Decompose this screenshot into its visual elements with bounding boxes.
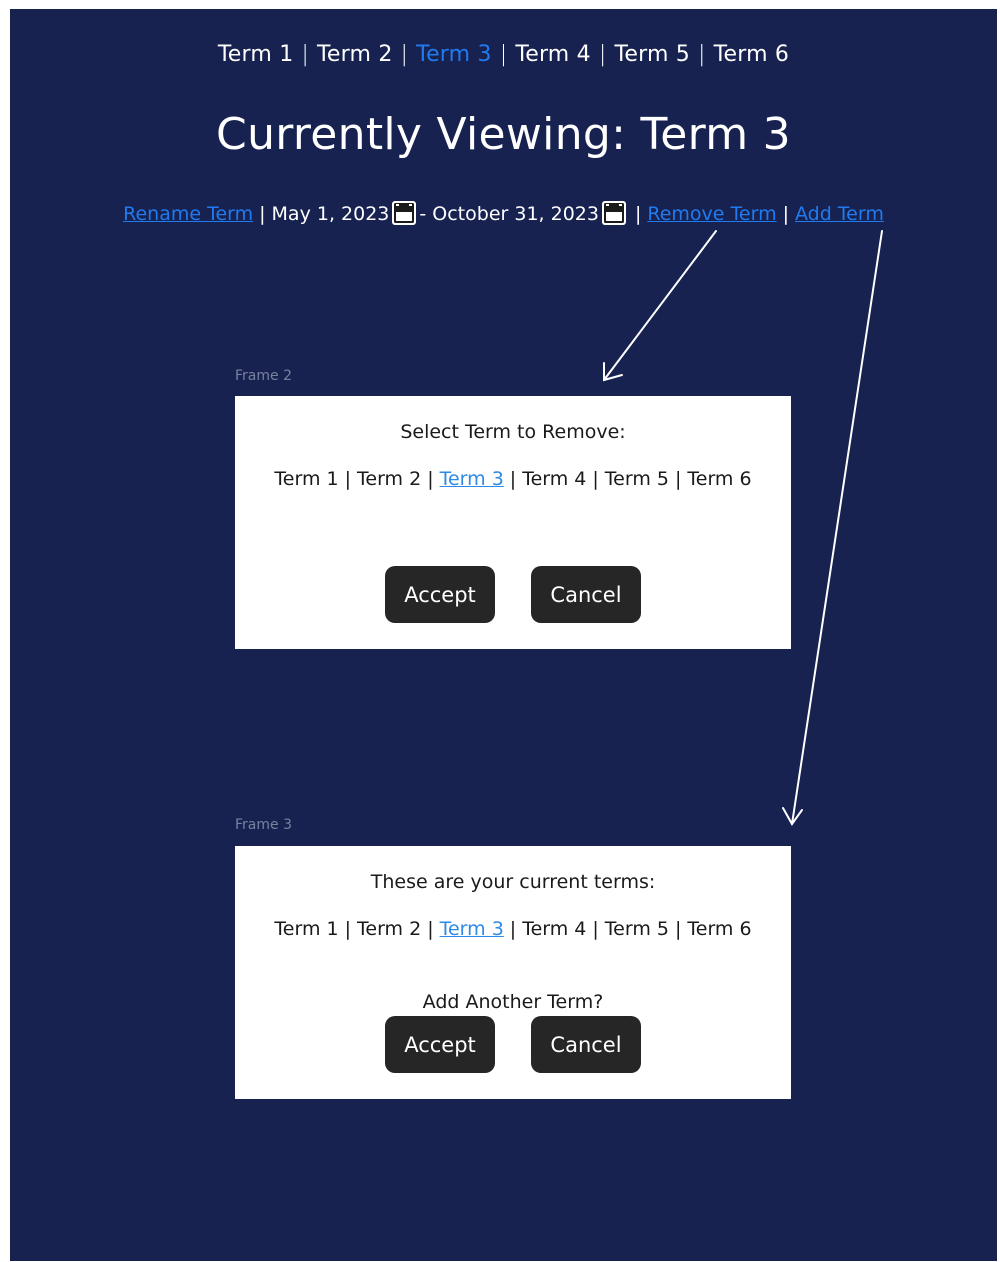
term-option-3[interactable]: Term 3 — [440, 918, 504, 940]
term-option-1[interactable]: Term 1 — [274, 468, 338, 490]
frame3-label: Frame 3 — [235, 817, 292, 833]
separator: | — [598, 42, 607, 67]
separator: | — [592, 918, 599, 940]
separator: | — [509, 918, 517, 940]
separator: | — [634, 203, 642, 225]
separator: | — [400, 42, 409, 67]
separator: | — [427, 918, 434, 940]
arrow-to-frame3 — [791, 230, 883, 825]
separator: | — [592, 468, 599, 490]
term-option-6[interactable]: Term 6 — [687, 468, 751, 490]
remove-term-options: Term 1 | Term 2 | Term 3 | Term 4 | Term 5 | Term … — [235, 468, 791, 490]
current-terms-prompt: These are your current terms: — [370, 871, 656, 893]
remove-term-prompt: Select Term to Remove: — [400, 421, 626, 443]
arrow-head — [782, 807, 803, 826]
current-terms-list: Term 1 | Term 2 | Term 3 | Term 4 | Term 5 | Term … — [235, 918, 791, 940]
remove-term-link[interactable]: Remove Term — [647, 203, 776, 225]
page-title: Currently Viewing: Term 3 — [216, 109, 791, 160]
separator: | — [697, 42, 706, 67]
cancel-button[interactable]: Cancel — [531, 1016, 641, 1073]
calendar-icon[interactable] — [391, 200, 417, 226]
add-another-question: Add Another Term? — [422, 991, 604, 1013]
term-actions: Rename Term | May 1, 2023 - October 31, 20… — [10, 200, 997, 226]
separator: | — [509, 468, 517, 490]
add-term-dialog: These are your current terms: Term 1 | Ter… — [235, 846, 791, 1099]
rename-term-link[interactable]: Rename Term — [123, 203, 253, 225]
term-option-2[interactable]: Term 2 — [357, 918, 421, 940]
term-option-2[interactable]: Term 2 — [357, 468, 421, 490]
term-option-1[interactable]: Term 1 — [274, 918, 338, 940]
separator: | — [782, 203, 789, 225]
separator: | — [427, 468, 434, 490]
term-option-4[interactable]: Term 4 — [522, 468, 586, 490]
arrow-head — [603, 362, 623, 382]
cancel-button[interactable]: Cancel — [531, 566, 641, 623]
accept-button[interactable]: Accept — [385, 1016, 495, 1073]
arrow-to-frame2 — [603, 230, 717, 381]
term-nav-item-4[interactable]: Term 4 — [515, 42, 591, 67]
separator: | — [674, 918, 682, 940]
term-option-6[interactable]: Term 6 — [687, 918, 751, 940]
term-nav-item-6[interactable]: Term 6 — [714, 42, 790, 67]
term-nav-item-2[interactable]: Term 2 — [317, 42, 393, 67]
term-option-4[interactable]: Term 4 — [522, 918, 586, 940]
accept-button[interactable]: Accept — [385, 566, 495, 623]
design-canvas: Term 1 | Term 2 | Term 3 | Term 4 | Term 5 | Term … — [10, 9, 997, 1261]
separator: | — [259, 203, 266, 225]
term-nav-item-5[interactable]: Term 5 — [614, 42, 690, 67]
separator: | — [674, 468, 682, 490]
start-date: May 1, 2023 — [271, 203, 390, 225]
calendar-icon[interactable] — [601, 200, 627, 226]
frame2-label: Frame 2 — [235, 368, 292, 384]
separator: | — [301, 42, 310, 67]
term-nav-item-3[interactable]: Term 3 — [416, 42, 492, 67]
term-option-5[interactable]: Term 5 — [605, 918, 669, 940]
date-separator: - — [419, 203, 427, 225]
end-date: October 31, 2023 — [432, 203, 599, 225]
term-nav: Term 1 | Term 2 | Term 3 | Term 4 | Term 5 | Term … — [10, 42, 997, 67]
add-term-link[interactable]: Add Term — [795, 203, 884, 225]
separator: | — [499, 42, 508, 67]
term-option-5[interactable]: Term 5 — [605, 468, 669, 490]
remove-term-dialog: Select Term to Remove: Term 1 | Term 2 | Ter… — [235, 396, 791, 649]
term-nav-item-1[interactable]: Term 1 — [218, 42, 294, 67]
term-option-3[interactable]: Term 3 — [440, 468, 504, 490]
separator: | — [344, 468, 352, 490]
separator: | — [344, 918, 352, 940]
